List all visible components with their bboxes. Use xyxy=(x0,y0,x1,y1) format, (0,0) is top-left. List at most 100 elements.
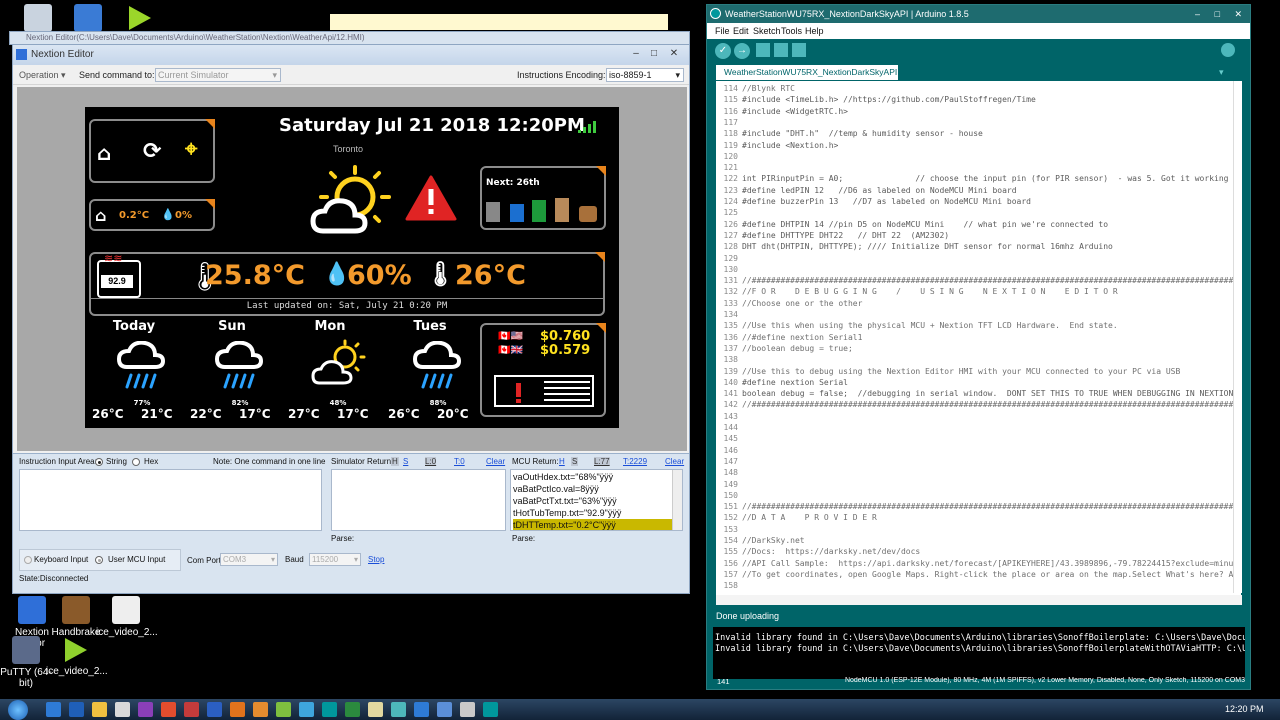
menu-edit[interactable]: Edit xyxy=(733,23,749,39)
output-console[interactable]: Invalid library found in C:\Users\Dave\D… xyxy=(713,627,1245,679)
current-conditions-panel[interactable]: ≋≋ 92.9 🌡 25.8°C 💧 60% 🌡 26°C Last updat… xyxy=(89,252,605,316)
taskbar-app-icon[interactable] xyxy=(345,702,360,717)
background-window-title: Nextion Editor(C:\Users\Dave\Documents\A… xyxy=(9,31,690,45)
code-line: //Blynk RTC xyxy=(742,84,795,93)
sim-clear-button[interactable]: Clear xyxy=(486,457,505,466)
close-button[interactable]: ✕ xyxy=(667,48,681,60)
forecast-pop: 82% xyxy=(231,399,249,407)
close-button[interactable]: ✕ xyxy=(1234,5,1242,23)
taskbar-app-icon[interactable] xyxy=(460,702,475,717)
taskbar-app-icon[interactable] xyxy=(184,702,199,717)
arduino-titlebar: WeatherStationWU75RX_NextionDarkSkyAPI |… xyxy=(707,5,1250,23)
taskbar-app-icon[interactable] xyxy=(115,702,130,717)
forecast-day[interactable]: Mon 48% 27°C 17°C xyxy=(288,319,389,423)
forecast-day[interactable]: Today 77% 26°C 21°C xyxy=(92,319,193,423)
new-sketch-icon[interactable] xyxy=(756,43,770,57)
forecast-day[interactable]: Sun 82% 22°C 17°C xyxy=(190,319,291,423)
simulator-return-output[interactable] xyxy=(331,469,506,531)
line-number: 155 xyxy=(723,547,738,557)
hex-radio[interactable] xyxy=(132,458,140,466)
maximize-button[interactable]: □ xyxy=(647,48,661,60)
taskbar-app-icon[interactable] xyxy=(138,702,153,717)
taskbar-app-icon[interactable] xyxy=(322,702,337,717)
editor-scrollbar[interactable] xyxy=(1233,81,1242,593)
forecast-day[interactable]: Tues 88% 26°C 20°C xyxy=(388,319,489,423)
taskbar-app-icon[interactable] xyxy=(207,702,222,717)
taskbar-app-icon[interactable] xyxy=(437,702,452,717)
forecast-pop: 48% xyxy=(329,399,347,407)
taskbar-app-icon[interactable] xyxy=(483,702,498,717)
upload-icon[interactable]: → xyxy=(734,43,750,59)
start-button[interactable] xyxy=(8,700,28,720)
mcu-t-button[interactable]: T:2229 xyxy=(623,457,647,466)
line-number: 156 xyxy=(723,558,738,568)
mcu-h-button[interactable]: H xyxy=(559,457,565,466)
taskbar-app-icon[interactable] xyxy=(299,702,314,717)
mcu-s-button[interactable]: S xyxy=(571,457,579,466)
garbage-day-panel[interactable]: Next: 26th xyxy=(480,166,606,230)
editor-hscroll[interactable] xyxy=(716,595,1242,605)
string-radio[interactable] xyxy=(95,458,103,466)
operation-menu[interactable]: Operation ▾ xyxy=(19,65,66,85)
save-sketch-icon[interactable] xyxy=(792,43,806,57)
sim-t-button[interactable]: T:0 xyxy=(454,457,465,466)
taskbar-app-icon[interactable] xyxy=(46,702,61,717)
mcu-return-output[interactable]: vaOutHdex.txt="68%"ÿÿÿ vaBatPctIco.val=8… xyxy=(510,469,683,531)
taskbar-app-icon[interactable] xyxy=(69,702,84,717)
desktop-icon-video-2[interactable]: ice_video_2... xyxy=(46,636,108,677)
taskbar-app-icon[interactable] xyxy=(391,702,406,717)
stop-link[interactable]: Stop xyxy=(368,555,384,564)
maximize-button[interactable]: □ xyxy=(1215,5,1220,23)
arduino-title: WeatherStationWU75RX_NextionDarkSkyAPI |… xyxy=(725,9,969,19)
feels-like-icon: 🌡 xyxy=(425,260,456,288)
line-number: 158 xyxy=(723,581,738,591)
exchange-rate-panel[interactable]: 🇨🇦🇺🇸 $0.760 🇨🇦🇬🇧 $0.579 xyxy=(480,323,606,417)
menu-sketch[interactable]: Sketch xyxy=(753,23,781,39)
sim-s-button[interactable]: S xyxy=(403,457,408,466)
desktop-icon-video[interactable]: ice_video_2... xyxy=(96,596,158,638)
minimize-button[interactable]: – xyxy=(1195,5,1200,23)
sim-h-button[interactable]: H xyxy=(391,457,399,466)
taskbar-app-icon[interactable] xyxy=(414,702,429,717)
state-label: State:Disconnected xyxy=(19,574,89,583)
alert-warning-icon[interactable] xyxy=(405,175,457,221)
keyboard-input-radio[interactable] xyxy=(24,556,32,564)
mcu-l-button[interactable]: L:77 xyxy=(594,457,610,466)
taskbar-app-icon[interactable] xyxy=(92,702,107,717)
code-line: #include <TimeLib.h> //https://github.co… xyxy=(742,95,1036,105)
line-number: 118 xyxy=(723,129,738,139)
sketch-tab[interactable]: WeatherStationWU75RX_NextionDarkSkyAPI xyxy=(716,65,898,80)
taskbar-app-icon[interactable] xyxy=(276,702,291,717)
home-panel[interactable]: ⌂ ⟳ ⌖ xyxy=(89,119,215,183)
mcu-clear-button[interactable]: Clear xyxy=(665,457,684,466)
mcu-scrollbar[interactable] xyxy=(672,470,682,530)
serial-monitor-icon[interactable] xyxy=(1221,43,1235,57)
play-icon[interactable] xyxy=(110,4,170,32)
menu-file[interactable]: File xyxy=(715,23,730,39)
code-line: //######################################… xyxy=(742,502,1241,512)
tab-menu-icon[interactable]: ▾ xyxy=(1219,67,1224,78)
taskbar-app-icon[interactable] xyxy=(161,702,176,717)
encoding-select[interactable]: iso-8859-1 ▾ xyxy=(606,68,684,82)
taskbar-app-icon[interactable] xyxy=(368,702,383,717)
forecast-low: 17°C xyxy=(337,407,369,421)
sim-l-button[interactable]: L:0 xyxy=(425,457,437,466)
taskbar-app-icon[interactable] xyxy=(253,702,268,717)
baud-select[interactable]: 115200 ▾ xyxy=(309,553,361,566)
line-number: 143 xyxy=(723,411,738,421)
menu-help[interactable]: Help xyxy=(805,23,824,39)
send-command-select[interactable]: Current Simulator ▾ xyxy=(155,68,281,82)
verify-icon[interactable]: ✓ xyxy=(715,43,731,59)
user-mcu-input-radio[interactable] xyxy=(95,556,103,564)
minimize-button[interactable]: – xyxy=(629,48,643,60)
open-sketch-icon[interactable] xyxy=(774,43,788,57)
menu-tools[interactable]: Tools xyxy=(781,23,802,39)
line-number: 132 xyxy=(723,287,738,297)
instruction-input[interactable] xyxy=(19,469,322,531)
indoor-panel[interactable]: ⌂ 0.2°C 💧 0% xyxy=(89,199,215,231)
video-file-icon xyxy=(112,596,140,624)
com-port-select[interactable]: COM3 ▾ xyxy=(220,553,278,566)
rain-cloud-icon xyxy=(215,341,264,389)
taskbar-app-icon[interactable] xyxy=(230,702,245,717)
code-editor[interactable]: 114 //Blynk RTC 115 #include <TimeLib.h> //… xyxy=(716,81,1241,595)
